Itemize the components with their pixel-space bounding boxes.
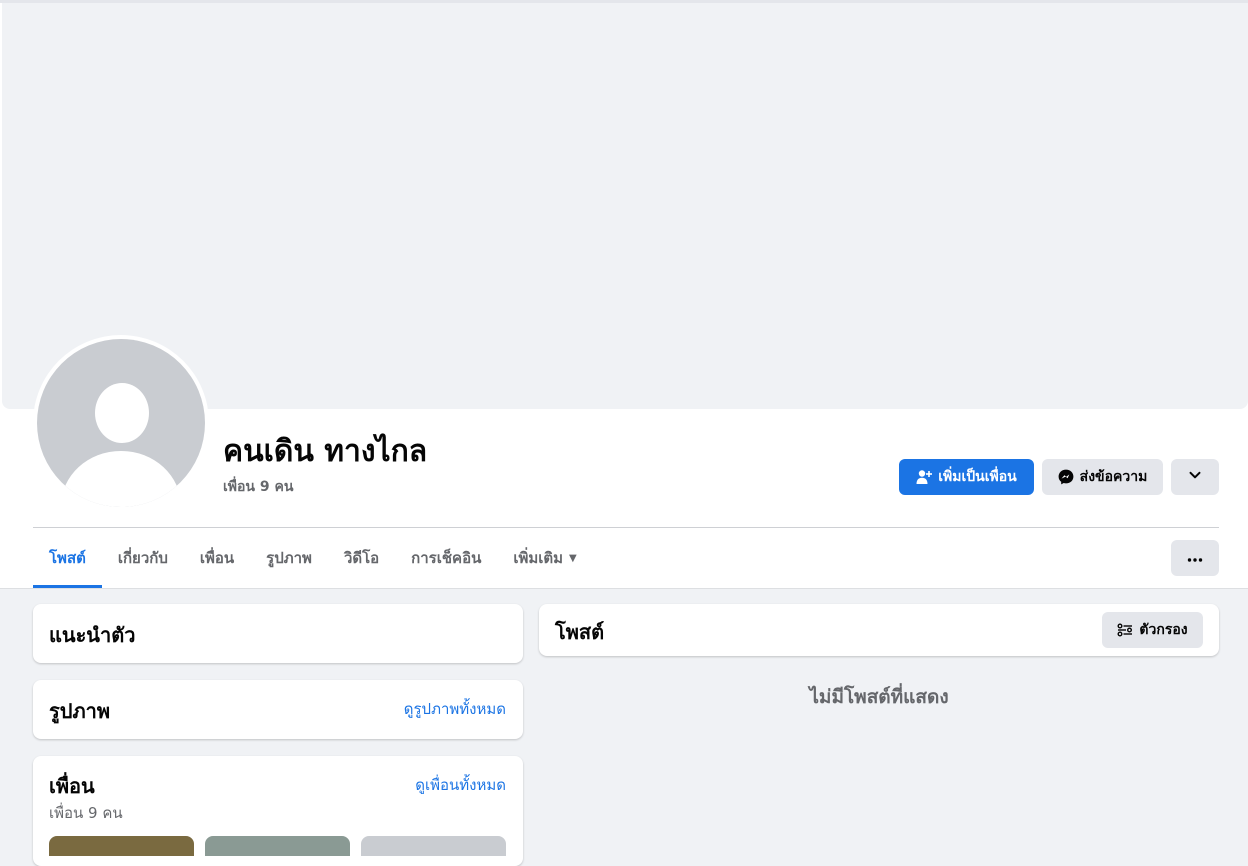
more-options-dropdown-button[interactable] [1171, 459, 1219, 495]
profile-friend-count[interactable]: เพื่อน 9 คน [223, 476, 293, 498]
photos-title[interactable]: รูปภาพ [49, 695, 110, 727]
filter-button[interactable]: ตัวกรอง [1102, 612, 1203, 648]
friend-thumbnail[interactable] [49, 836, 194, 856]
tab-checkins-label: การเช็คอิน [411, 549, 482, 567]
tab-posts-label: โพสต์ [49, 549, 86, 567]
filter-label: ตัวกรอง [1139, 622, 1188, 638]
avatar-head [95, 383, 149, 443]
tab-photos-label: รูปภาพ [266, 549, 312, 567]
tab-about-label: เกี่ยวกับ [117, 549, 168, 567]
add-friend-label: เพิ่มเป็นเพื่อน [938, 469, 1017, 485]
friends-card: เพื่อน ดูเพื่อนทั้งหมด เพื่อน 9 คน [33, 756, 523, 866]
messenger-icon [1058, 469, 1074, 485]
message-label: ส่งข้อความ [1079, 469, 1148, 485]
posts-card: โพสต์ ตัวกรอง [539, 604, 1219, 656]
header-bottom-border [0, 588, 1248, 589]
profile-tabs: โพสต์ เกี่ยวกับ เพื่อน รูปภาพ วิดีโอ การ… [33, 528, 593, 588]
friends-title[interactable]: เพื่อน [49, 770, 95, 802]
posts-title: โพสต์ [555, 620, 605, 644]
friends-count: เพื่อน 9 คน [49, 804, 123, 822]
tab-more-label: เพิ่มเติม [513, 549, 564, 567]
tab-videos[interactable]: วิดีโอ [328, 528, 395, 588]
see-all-friends-link[interactable]: ดูเพื่อนทั้งหมด [415, 773, 506, 797]
cover-photo[interactable] [2, 3, 1248, 409]
intro-card: แนะนำตัว [33, 604, 523, 663]
filter-icon [1117, 623, 1133, 637]
caret-down-icon: ▼ [569, 552, 577, 564]
tab-friends-label: เพื่อน [199, 549, 235, 567]
avatar-body [61, 451, 181, 507]
tab-posts[interactable]: โพสต์ [33, 528, 102, 588]
intro-title: แนะนำตัว [49, 623, 136, 647]
tab-photos[interactable]: รูปภาพ [250, 528, 328, 588]
no-posts-message: ไม่มีโพสต์ที่แสดง [809, 686, 949, 708]
friend-thumbnail[interactable] [361, 836, 506, 856]
message-button[interactable]: ส่งข้อความ [1042, 459, 1163, 495]
profile-avatar[interactable] [33, 335, 209, 511]
chevron-down-icon [1188, 468, 1202, 486]
ellipsis-icon [1187, 550, 1203, 566]
default-avatar-icon [37, 339, 205, 507]
profile-menu-button[interactable] [1171, 540, 1219, 576]
tab-videos-label: วิดีโอ [343, 549, 380, 567]
tab-friends[interactable]: เพื่อน [184, 528, 250, 588]
see-all-photos-link[interactable]: ดูรูปภาพทั้งหมด [404, 697, 506, 721]
tab-more[interactable]: เพิ่มเติม ▼ [497, 528, 592, 588]
photos-card: รูปภาพ ดูรูปภาพทั้งหมด [33, 680, 523, 739]
tab-checkins[interactable]: การเช็คอิน [395, 528, 497, 588]
add-friend-icon [916, 469, 933, 485]
profile-name: คนเดิน ทางไกล [223, 434, 428, 469]
tab-about[interactable]: เกี่ยวกับ [102, 528, 184, 588]
friend-thumbnail[interactable] [205, 836, 350, 856]
add-friend-button[interactable]: เพิ่มเป็นเพื่อน [899, 459, 1034, 495]
